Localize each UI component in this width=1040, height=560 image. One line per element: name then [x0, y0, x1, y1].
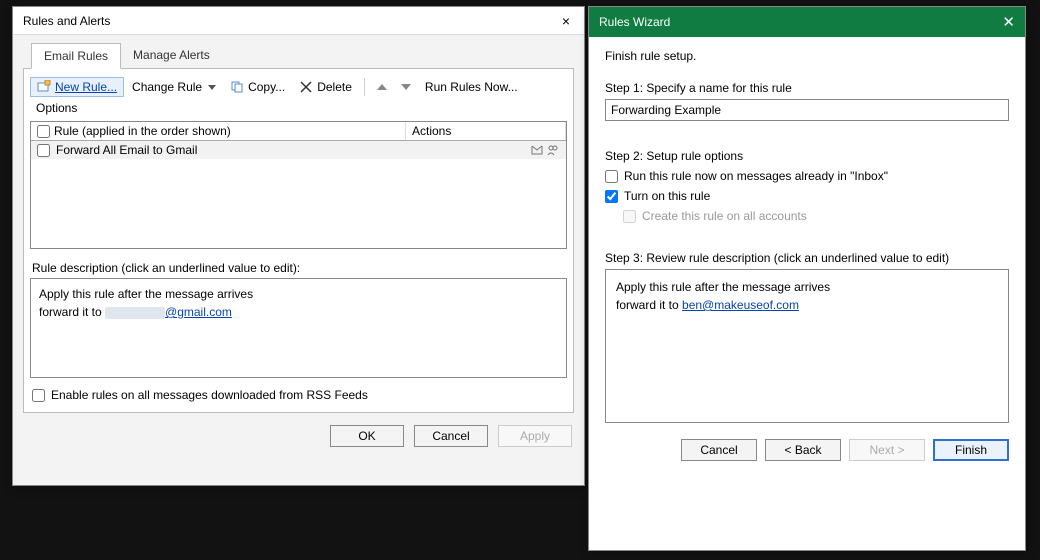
- wizard-email-link[interactable]: ben@makeuseof.com: [682, 298, 799, 312]
- rule-name-input[interactable]: [605, 99, 1009, 121]
- delete-label: Delete: [317, 80, 352, 94]
- turn-on-label: Turn on this rule: [624, 189, 710, 203]
- rules-wizard-dialog: Rules Wizard ✕ Finish rule setup. Step 1…: [588, 6, 1026, 551]
- wizard-body: Finish rule setup. Step 1: Specify a nam…: [589, 37, 1025, 423]
- run-now-checkbox[interactable]: [605, 170, 618, 183]
- close-icon[interactable]: ×: [556, 13, 576, 29]
- desc-line2: forward it to @gmail.com: [39, 303, 558, 321]
- ok-button[interactable]: OK: [330, 425, 404, 447]
- person-icon: [546, 143, 560, 157]
- delete-icon: [299, 80, 313, 94]
- description-label: Rule description (click an underlined va…: [32, 261, 567, 275]
- step1-label: Step 1: Specify a name for this rule: [605, 81, 1009, 95]
- run-now-label: Run this rule now on messages already in…: [624, 169, 888, 183]
- copy-label: Copy...: [248, 80, 285, 94]
- wizard-titlebar: Rules Wizard ✕: [589, 7, 1025, 37]
- wizard-buttons: Cancel < Back Next > Finish: [589, 423, 1025, 477]
- close-icon[interactable]: ✕: [1002, 13, 1015, 31]
- change-rule-label: Change Rule: [132, 80, 202, 94]
- new-rule-button[interactable]: New Rule...: [30, 77, 124, 97]
- wizard-cancel-button[interactable]: Cancel: [681, 439, 757, 461]
- col-header-actions[interactable]: Actions: [406, 122, 566, 140]
- next-button[interactable]: Next >: [849, 439, 925, 461]
- redacted-text: [105, 307, 165, 319]
- desc-line2-prefix: forward it to: [39, 305, 105, 319]
- run-rules-button[interactable]: Run Rules Now...: [419, 78, 524, 96]
- rss-checkbox[interactable]: [32, 389, 45, 402]
- finish-button[interactable]: Finish: [933, 439, 1009, 461]
- rule-description-box: Apply this rule after the message arrive…: [30, 278, 567, 378]
- wizard-title: Rules Wizard: [599, 15, 670, 29]
- tabs: Email Rules Manage Alerts: [13, 35, 584, 69]
- run-rules-label: Run Rules Now...: [425, 80, 518, 94]
- email-link[interactable]: @gmail.com: [165, 305, 232, 319]
- rules-and-alerts-dialog: Rules and Alerts × Email Rules Manage Al…: [12, 6, 585, 486]
- opt-all-accounts: Create this rule on all accounts: [623, 209, 1009, 223]
- apply-button[interactable]: Apply: [498, 425, 572, 447]
- row-rule-name: Forward All Email to Gmail: [56, 143, 410, 157]
- wiz-desc-prefix: forward it to: [616, 298, 682, 312]
- tab-body: New Rule... Change Rule Copy... Delete: [23, 68, 574, 413]
- rules-toolbar: New Rule... Change Rule Copy... Delete: [30, 75, 567, 121]
- separator: [364, 78, 365, 96]
- step3-label: Step 3: Review rule description (click a…: [605, 251, 1009, 265]
- all-accounts-label: Create this rule on all accounts: [642, 209, 807, 223]
- rss-option: Enable rules on all messages downloaded …: [32, 388, 567, 402]
- move-down-button[interactable]: [395, 82, 417, 92]
- arrow-up-icon: [377, 84, 387, 90]
- options-button[interactable]: Options: [30, 99, 83, 117]
- wizard-instruction: Finish rule setup.: [605, 49, 1009, 63]
- wizard-description-box: Apply this rule after the message arrive…: [605, 269, 1009, 423]
- rules-title: Rules and Alerts: [23, 14, 110, 28]
- opt-turn-on: Turn on this rule: [605, 189, 1009, 203]
- header-checkbox[interactable]: [37, 125, 50, 138]
- all-accounts-checkbox: [623, 210, 636, 223]
- rules-grid: Rule (applied in the order shown) Action…: [30, 121, 567, 249]
- new-rule-label: New Rule...: [55, 80, 117, 94]
- rules-dialog-buttons: OK Cancel Apply: [13, 413, 584, 459]
- copy-button[interactable]: Copy...: [224, 78, 291, 96]
- arrow-down-icon: [401, 84, 411, 90]
- row-checkbox[interactable]: [37, 144, 50, 157]
- move-up-button[interactable]: [371, 82, 393, 92]
- wiz-desc-line1: Apply this rule after the message arrive…: [616, 278, 998, 296]
- col-rule-label: Rule (applied in the order shown): [54, 124, 231, 138]
- opt-run-now: Run this rule now on messages already in…: [605, 169, 1009, 183]
- turn-on-checkbox[interactable]: [605, 190, 618, 203]
- chevron-down-icon: [208, 85, 216, 90]
- cancel-button[interactable]: Cancel: [414, 425, 488, 447]
- row-action-icons: [410, 143, 560, 157]
- wiz-desc-line2: forward it to ben@makeuseof.com: [616, 296, 998, 314]
- change-rule-button[interactable]: Change Rule: [126, 78, 222, 96]
- back-button[interactable]: < Back: [765, 439, 841, 461]
- grid-header: Rule (applied in the order shown) Action…: [31, 122, 566, 141]
- tab-email-rules[interactable]: Email Rules: [31, 43, 121, 69]
- new-rule-icon: [37, 80, 51, 94]
- tab-manage-alerts[interactable]: Manage Alerts: [121, 43, 222, 69]
- forward-icon: [530, 143, 544, 157]
- rules-titlebar: Rules and Alerts ×: [13, 7, 584, 35]
- rss-label: Enable rules on all messages downloaded …: [51, 388, 368, 402]
- table-row[interactable]: Forward All Email to Gmail: [31, 141, 566, 159]
- delete-button[interactable]: Delete: [293, 78, 358, 96]
- options-label: Options: [36, 101, 77, 115]
- copy-icon: [230, 80, 244, 94]
- desc-line1: Apply this rule after the message arrive…: [39, 285, 558, 303]
- step2-label: Step 2: Setup rule options: [605, 149, 1009, 163]
- col-header-rule[interactable]: Rule (applied in the order shown): [31, 122, 406, 140]
